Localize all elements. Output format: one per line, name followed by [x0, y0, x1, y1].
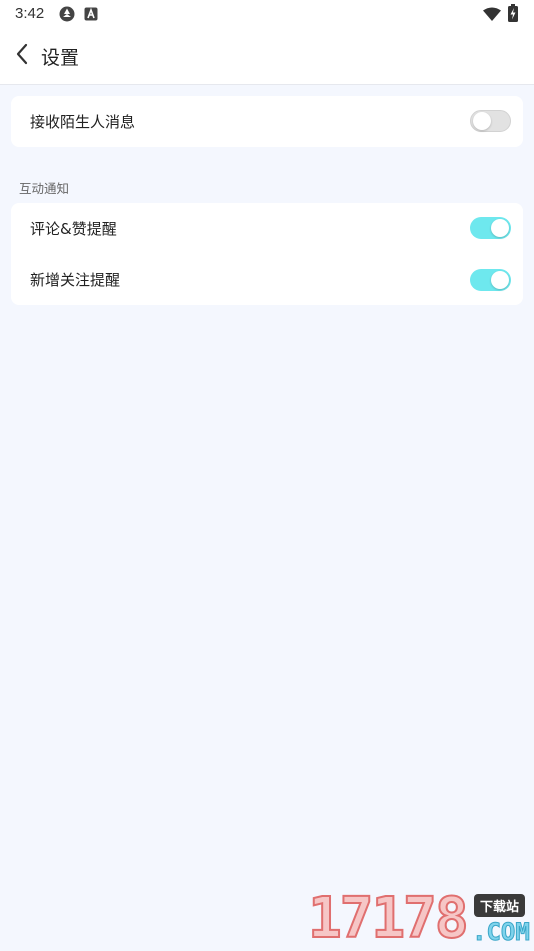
comment-like-toggle[interactable]	[470, 217, 511, 239]
battery-charging-icon	[508, 4, 518, 26]
section-title-interaction: 互动通知	[19, 181, 70, 196]
interaction-notifications-card: 评论&赞提醒 新增关注提醒	[11, 203, 523, 305]
sync-icon	[58, 5, 76, 27]
setting-label-stranger-messages: 接收陌生人消息	[30, 113, 136, 131]
toggle-knob	[491, 271, 509, 289]
app-bar: 设置	[0, 28, 534, 85]
new-follower-toggle[interactable]	[470, 269, 511, 291]
stranger-message-card: 接收陌生人消息	[11, 96, 523, 147]
chevron-left-icon	[15, 43, 29, 69]
setting-label-comment-like: 评论&赞提醒	[30, 220, 117, 238]
setting-row-new-follower[interactable]: 新增关注提醒	[11, 254, 523, 305]
setting-row-stranger-messages[interactable]: 接收陌生人消息	[11, 96, 523, 147]
page-title: 设置	[41, 47, 80, 69]
toggle-knob	[473, 112, 491, 130]
setting-label-new-follower: 新增关注提醒	[30, 271, 121, 289]
wifi-icon	[483, 6, 501, 25]
watermark-badge: 下载站	[474, 894, 526, 917]
watermark-digits: 17178	[307, 886, 470, 951]
back-button[interactable]	[8, 40, 36, 72]
watermark-suffix: .COM	[472, 918, 531, 947]
status-bar: 3:42	[0, 0, 534, 28]
watermark-logo: 17178 下载站 .COM	[307, 886, 534, 951]
toggle-knob	[491, 219, 509, 237]
setting-row-comment-like[interactable]: 评论&赞提醒	[11, 203, 523, 254]
stranger-messages-toggle[interactable]	[470, 110, 511, 132]
status-time: 3:42	[15, 5, 45, 22]
a-letter-icon	[84, 6, 98, 25]
